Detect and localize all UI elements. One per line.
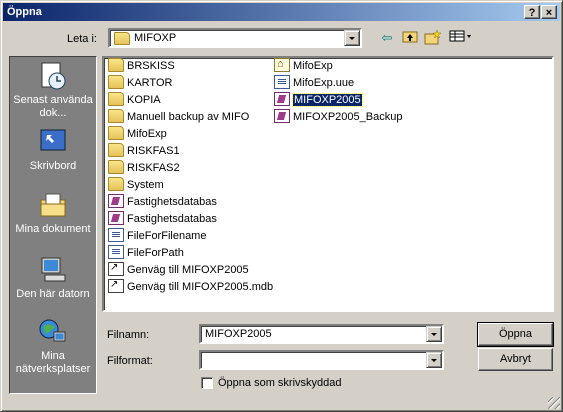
look-in-dropdown-button[interactable]	[344, 30, 360, 46]
shortcut-icon	[108, 277, 124, 294]
folder-icon	[108, 160, 124, 175]
list-item[interactable]: Genväg till MIFOXP2005.mdb	[108, 277, 273, 295]
list-item[interactable]: MIFOXP2005_Backup	[274, 109, 402, 125]
folder-icon	[114, 32, 130, 45]
list-item[interactable]: FileForFilename	[108, 228, 206, 244]
access-db-icon	[274, 109, 290, 124]
place-my-documents-label: Mina dokument	[15, 223, 91, 235]
view-menu-icon[interactable]	[448, 29, 474, 47]
look-in-combo[interactable]: MIFOXP	[108, 28, 362, 48]
list-item[interactable]: Fastighetsdatabas	[108, 194, 217, 210]
dialog-title: Öppna	[7, 6, 42, 18]
title-bar: Öppna ? ×	[3, 3, 560, 21]
folder-icon	[108, 143, 124, 158]
cancel-button[interactable]: Avbryt	[478, 348, 553, 371]
list-item-selected[interactable]: MIFOXP2005	[274, 92, 363, 108]
readonly-label: Öppna som skrivskyddad	[218, 377, 342, 389]
place-desktop[interactable]: Skrivbord	[10, 127, 96, 173]
filetype-dropdown-button[interactable]	[426, 352, 442, 368]
folder-icon	[108, 92, 124, 107]
new-folder-icon[interactable]	[423, 29, 443, 47]
help-button[interactable]: ?	[524, 5, 540, 19]
list-item[interactable]: MifoExp	[108, 126, 167, 142]
place-my-computer-label: Den här datorn	[16, 288, 90, 300]
place-my-computer[interactable]: Den här datorn	[10, 255, 96, 301]
resize-grip[interactable]	[548, 397, 560, 409]
filename-dropdown-button[interactable]	[426, 326, 442, 342]
my-documents-icon	[40, 193, 66, 217]
access-db-icon	[108, 211, 124, 226]
list-item[interactable]: RISKFAS2	[108, 160, 180, 176]
list-item[interactable]: MifoExp	[274, 56, 333, 74]
list-item[interactable]: System	[108, 177, 164, 193]
filetype-combo[interactable]	[199, 350, 444, 370]
place-recent[interactable]: Senast använda dok...	[10, 61, 96, 120]
list-item[interactable]: RISKFAS1	[108, 143, 180, 159]
recent-docs-icon	[41, 62, 66, 90]
list-item[interactable]: BRSKISS	[108, 58, 175, 74]
filename-value: MIFOXP2005	[205, 328, 272, 340]
open-button[interactable]: Öppna	[477, 322, 554, 347]
list-item[interactable]: Genväg till MIFOXP2005	[108, 260, 249, 278]
access-db-icon	[108, 194, 124, 209]
place-recent-label: Senast använda dok...	[13, 94, 93, 119]
folder-icon	[108, 75, 124, 90]
document-icon	[108, 228, 124, 243]
list-item[interactable]: KARTOR	[108, 75, 172, 91]
place-desktop-label: Skrivbord	[29, 160, 77, 172]
filename-label: Filnamn:	[107, 329, 150, 341]
document-icon	[108, 245, 124, 260]
my-computer-icon	[41, 257, 66, 282]
look-in-value: MIFOXP	[134, 32, 177, 44]
filename-combo[interactable]: MIFOXP2005	[199, 324, 444, 344]
document-icon	[274, 75, 290, 90]
list-item[interactable]: MifoExp.uue	[274, 75, 354, 91]
back-icon[interactable]: ⇦	[377, 29, 397, 47]
place-network-label: Mina nätverksplatser	[15, 350, 91, 375]
folder-icon	[108, 126, 124, 141]
network-places-icon	[39, 319, 66, 342]
desktop-icon	[40, 129, 66, 151]
folder-icon	[108, 177, 124, 192]
list-item[interactable]: KOPIA	[108, 92, 161, 108]
file-list[interactable]: BRSKISS KARTOR KOPIA Manuell backup av M…	[102, 56, 554, 312]
look-in-label: Leta i:	[67, 33, 97, 45]
folder-icon	[108, 109, 124, 124]
list-item[interactable]: Manuell backup av MIFO	[108, 109, 249, 125]
access-db-icon	[274, 92, 290, 107]
shortcut-icon	[108, 260, 124, 277]
open-dialog: Öppna ? × Leta i: MIFOXP ⇦ Senast använd…	[0, 0, 563, 412]
filetype-label: Filformat:	[107, 355, 153, 367]
places-bar: Senast använda dok... Skrivbord Mina dok…	[9, 56, 97, 394]
place-network[interactable]: Mina nätverksplatser	[10, 317, 96, 376]
folder-icon	[108, 58, 124, 73]
list-item[interactable]: FileForPath	[108, 245, 184, 261]
executable-icon	[274, 56, 290, 73]
place-my-documents[interactable]: Mina dokument	[10, 190, 96, 236]
list-item[interactable]: Fastighetsdatabas	[108, 211, 217, 227]
close-button[interactable]: ×	[541, 5, 557, 19]
readonly-checkbox[interactable]	[201, 377, 213, 389]
up-folder-icon[interactable]	[400, 29, 420, 47]
